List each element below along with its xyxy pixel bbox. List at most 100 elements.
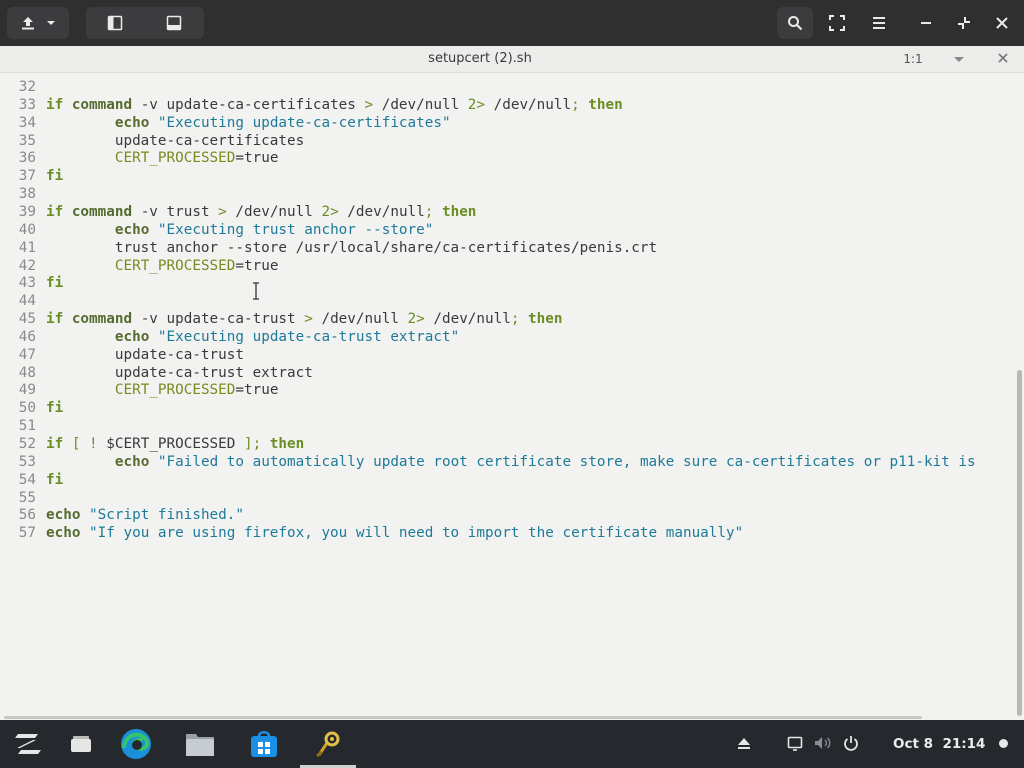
code-token: update-ca-trust [46, 346, 244, 363]
eject-icon[interactable] [737, 735, 751, 751]
software-store-button[interactable] [236, 720, 292, 768]
minimize-button[interactable] [908, 7, 944, 39]
line-number: 32 [18, 79, 36, 95]
taskbar [0, 720, 1024, 768]
code-line[interactable]: 49 CERT_PROCESSED=true [0, 381, 279, 399]
code-line[interactable]: 40 echo "Executing trust anchor --store" [0, 221, 434, 239]
code-token: CERT_PROCESSED [114, 257, 236, 274]
code-line[interactable]: 44 [0, 292, 46, 310]
code-token: if [46, 311, 72, 328]
code-line[interactable]: 57 echo "If you are using firefox, you wi… [0, 524, 743, 542]
code-line[interactable]: 45 if command -v update-ca-trust > /dev/n… [0, 310, 563, 328]
code-line[interactable]: 38 [0, 185, 46, 203]
code-token: > [304, 311, 313, 328]
code-token: update-ca-certificates [46, 132, 305, 149]
edge-browser-icon [120, 728, 152, 760]
line-number: 56 [18, 507, 36, 524]
fullscreen-button[interactable] [819, 7, 855, 39]
code-line[interactable]: 33 if command -v update-ca-certificates >… [0, 96, 623, 114]
main-menu-button[interactable] [861, 7, 897, 39]
panel-toggle-group [86, 7, 204, 39]
open-upload-button[interactable] [7, 7, 69, 39]
code-line[interactable]: 36 CERT_PROCESSED=true [0, 149, 279, 167]
code-line[interactable]: 55 [0, 489, 46, 507]
code-token: "Script finished." [89, 507, 244, 524]
code-line[interactable]: 54 fi [0, 471, 63, 489]
line-number: 36 [18, 150, 36, 167]
line-number: 43 [18, 275, 36, 292]
code-token: "Executing update-ca-trust extract" [157, 328, 460, 345]
code-line[interactable]: 48 update-ca-trust extract [0, 364, 313, 382]
code-line[interactable]: 32 [0, 78, 46, 96]
code-token: ; [571, 96, 580, 113]
code-token: fi [46, 471, 64, 488]
code-token: echo [46, 507, 81, 524]
restore-button[interactable] [946, 7, 982, 39]
document-title: setupcert (2).sh [428, 51, 532, 66]
close-window-button[interactable] [984, 7, 1020, 39]
sidebar-left-icon[interactable] [107, 15, 123, 31]
code-line[interactable]: 47 update-ca-trust [0, 346, 244, 364]
bottom-panel-icon[interactable] [166, 15, 182, 31]
code-line[interactable]: 50 fi [0, 399, 63, 417]
chevron-down-icon [46, 18, 56, 28]
window-overview-button[interactable] [53, 720, 109, 768]
close-tab-icon[interactable] [997, 52, 1009, 64]
code-token: ] [243, 436, 253, 452]
code-token: /dev/null [424, 311, 511, 328]
volume-muted-icon[interactable] [814, 735, 832, 751]
cursor-position[interactable]: 1:1 [898, 46, 928, 72]
software-store-icon [249, 730, 279, 758]
code-token: command [71, 203, 133, 220]
code-line[interactable]: 51 [0, 417, 46, 435]
code-line[interactable]: 34 echo "Executing update-ca-certificate… [0, 114, 451, 132]
zorin-menu-button[interactable] [0, 720, 56, 768]
code-line[interactable]: 39 if command -v trust > /dev/null 2> /de… [0, 203, 477, 221]
restore-icon [957, 16, 971, 30]
code-line[interactable]: 43 fi [0, 274, 63, 292]
horizontal-scrollbar[interactable] [4, 716, 922, 719]
code-token: > [218, 203, 227, 220]
clock[interactable]: Oct 8 21:14 [893, 720, 985, 768]
code-editor[interactable]: 32 33 if command -v update-ca-certificates… [0, 73, 1020, 716]
document-tab[interactable]: setupcert (2).sh 1:1 [0, 46, 1024, 73]
files-button[interactable] [172, 720, 228, 768]
chevron-down-icon[interactable] [953, 54, 965, 64]
code-line[interactable]: 53 echo "Failed to automatically update … [0, 453, 976, 471]
power-icon[interactable] [843, 735, 859, 751]
code-line[interactable]: 56 echo "Script finished." [0, 506, 244, 524]
code-token: > [364, 96, 374, 113]
line-number: 37 [18, 168, 36, 185]
code-line[interactable]: 52 if [ ! $CERT_PROCESSED ]; then [0, 435, 304, 453]
line-number: 42 [18, 257, 36, 274]
code-line[interactable]: 46 echo "Executing update-ca-trust extra… [0, 328, 459, 346]
notification-indicator[interactable] [999, 739, 1008, 748]
screen-icon[interactable] [787, 735, 803, 751]
line-number: 38 [18, 186, 36, 203]
edge-browser-button[interactable] [108, 720, 164, 768]
upload-icon [20, 15, 36, 31]
code-line[interactable]: 37 fi [0, 167, 63, 185]
line-number: 41 [18, 239, 36, 256]
zorin-menu-icon [14, 732, 42, 756]
code-line[interactable]: 41 trust anchor --store /usr/local/share… [0, 239, 657, 257]
line-number: 35 [18, 132, 36, 149]
code-line[interactable]: 42 CERT_PROCESSED=true [0, 257, 279, 275]
line-number: 53 [18, 453, 36, 470]
vertical-scrollbar[interactable] [1017, 370, 1022, 716]
search-button[interactable] [777, 7, 813, 39]
line-number: 44 [18, 293, 36, 310]
code-token: echo [114, 328, 150, 345]
line-number: 49 [18, 382, 36, 399]
line-number: 50 [18, 400, 36, 417]
code-line[interactable]: 35 update-ca-certificates [0, 132, 304, 150]
gedit-editor-button[interactable] [300, 720, 356, 768]
code-token: echo [114, 221, 150, 238]
clock-time: 21:14 [942, 736, 986, 752]
code-token: update-ca-trust extract [46, 364, 313, 381]
line-number: 33 [18, 96, 36, 113]
